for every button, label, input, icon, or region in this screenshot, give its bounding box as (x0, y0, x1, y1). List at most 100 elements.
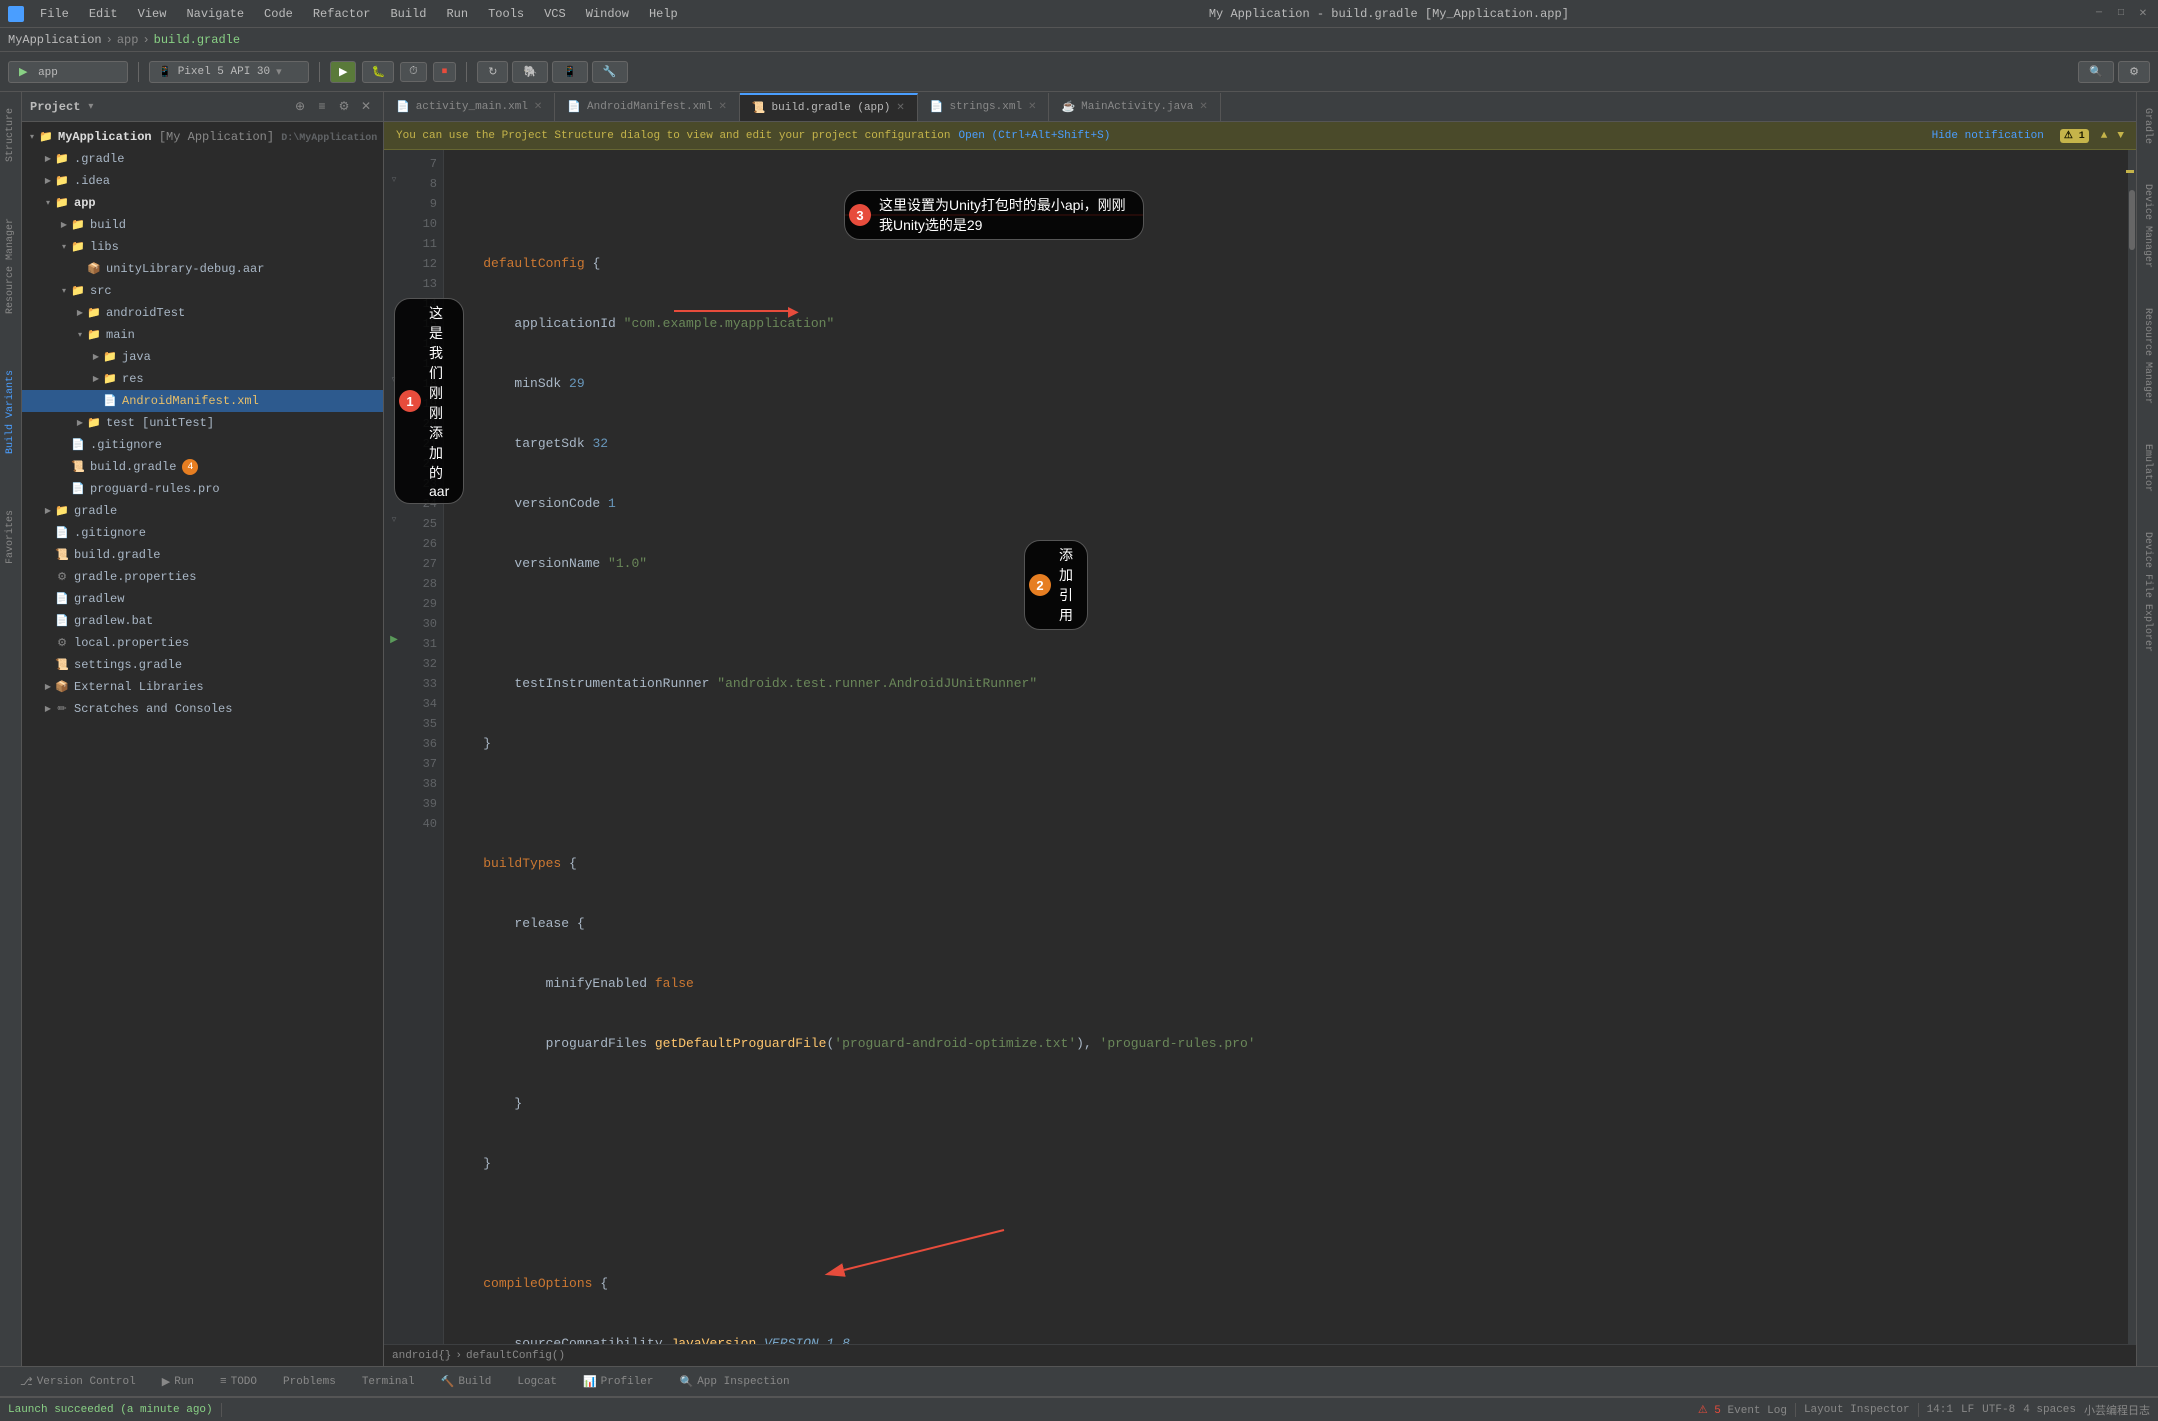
tree-idea-folder[interactable]: ▶ 📁 .idea (22, 170, 383, 192)
tab-androidmanifest[interactable]: 📄 AndroidManifest.xml ✕ (555, 93, 740, 121)
menu-navigate[interactable]: Navigate (178, 5, 252, 23)
tree-app-folder[interactable]: ▾ 📁 app (22, 192, 383, 214)
menu-run[interactable]: Run (438, 5, 476, 23)
tree-manifest-file[interactable]: ▶ 📄 AndroidManifest.xml (22, 390, 383, 412)
settings-btn[interactable]: ⚙ (335, 98, 353, 116)
tree-scratches[interactable]: ▶ ✏ Scratches and Consoles (22, 698, 383, 720)
sync-button[interactable]: ↻ (477, 61, 508, 83)
tree-aar-file[interactable]: ▶ 📦 unityLibrary-debug.aar (22, 258, 383, 280)
run-button[interactable]: ▶ (330, 61, 356, 83)
tab-close-3[interactable]: ✕ (896, 102, 904, 114)
settings-button[interactable]: ⚙ (2118, 61, 2150, 83)
menu-edit[interactable]: Edit (81, 5, 126, 23)
resource-manager-side-tab[interactable]: Resource Manager (2138, 300, 2157, 412)
avd-button[interactable]: 📱 (552, 61, 588, 83)
resource-manager-tab[interactable]: Resource Manager (1, 210, 20, 322)
tree-proguard[interactable]: ▶ 📄 proguard-rules.pro (22, 478, 383, 500)
tree-build-folder[interactable]: ▶ 📁 build (22, 214, 383, 236)
tree-gradle-root-folder[interactable]: ▶ 📁 gradle (22, 500, 383, 522)
tree-local-properties[interactable]: ▶ ⚙ local.properties (22, 632, 383, 654)
tree-gradlew-bat[interactable]: ▶ 📄 gradlew.bat (22, 610, 383, 632)
tree-java-folder[interactable]: ▶ 📁 java (22, 346, 383, 368)
build-variants-tab[interactable]: Build Variants (1, 362, 20, 462)
menu-file[interactable]: File (32, 5, 77, 23)
tree-gitignore-app[interactable]: ▶ 📄 .gitignore (22, 434, 383, 456)
tree-gitignore-root[interactable]: ▶ 📄 .gitignore (22, 522, 383, 544)
structure-tab[interactable]: Structure (1, 100, 20, 170)
panel-dropdown[interactable]: ▾ (88, 101, 93, 113)
tree-src-folder[interactable]: ▾ 📁 src (22, 280, 383, 302)
tab-build-gradle[interactable]: 📜 build.gradle (app) ✕ (740, 93, 918, 121)
menu-code[interactable]: Code (256, 5, 301, 23)
profiler-tab[interactable]: 📊 Profiler (571, 1368, 666, 1396)
hide-notification[interactable]: Hide notification (1932, 130, 2044, 142)
logcat-tab[interactable]: Logcat (505, 1368, 569, 1396)
problems-tab[interactable]: Problems (271, 1368, 348, 1396)
maximize-button[interactable]: □ (2114, 7, 2128, 21)
tree-gradlew[interactable]: ▶ 📄 gradlew (22, 588, 383, 610)
emulator-tab[interactable]: Emulator (2138, 436, 2157, 500)
gutter-run-31[interactable]: ▶ (384, 630, 404, 650)
tree-gradle-properties[interactable]: ▶ ⚙ gradle.properties (22, 566, 383, 588)
tab-close-4[interactable]: ✕ (1028, 101, 1036, 113)
event-log[interactable]: ⚠ 5 Event Log (1698, 1403, 1787, 1417)
locate-file-btn[interactable]: ⊕ (291, 98, 309, 116)
scrollbar-vertical[interactable] (2128, 150, 2136, 1344)
todo-tab[interactable]: ≡ TODO (208, 1368, 269, 1396)
sdk-button[interactable]: 🔧 (592, 61, 628, 83)
collapse-all-btn[interactable]: ≡ (313, 98, 331, 116)
menu-tools[interactable]: Tools (480, 5, 532, 23)
breadcrumb-app[interactable]: MyApplication (8, 33, 102, 47)
warning-chevron-down[interactable]: ▼ (2117, 130, 2124, 142)
tree-gradle-folder[interactable]: ▶ 📁 .gradle (22, 148, 383, 170)
device-manager-tab[interactable]: Device Manager (2138, 176, 2157, 276)
minimize-button[interactable]: ─ (2092, 7, 2106, 21)
warning-chevron[interactable]: ▲ (2101, 130, 2108, 142)
open-project-structure[interactable]: Open (Ctrl+Alt+Shift+S) (959, 130, 1111, 142)
tree-build-gradle-root[interactable]: ▶ 📜 build.gradle (22, 544, 383, 566)
menu-build[interactable]: Build (382, 5, 434, 23)
menu-help[interactable]: Help (641, 5, 686, 23)
breadcrumb-module[interactable]: app (117, 33, 139, 47)
device-selector[interactable]: 📱 Pixel 5 API 30 ▾ (149, 61, 309, 83)
tab-close-1[interactable]: ✕ (534, 101, 542, 113)
tab-strings[interactable]: 📄 strings.xml ✕ (918, 93, 1050, 121)
tab-close-2[interactable]: ✕ (718, 101, 726, 113)
menu-view[interactable]: View (130, 5, 175, 23)
tree-androidtest-folder[interactable]: ▶ 📁 androidTest (22, 302, 383, 324)
tree-test-folder[interactable]: ▶ 📁 test [unitTest] (22, 412, 383, 434)
breadcrumb-file[interactable]: build.gradle (154, 33, 240, 47)
tree-settings-gradle[interactable]: ▶ 📜 settings.gradle (22, 654, 383, 676)
run-config-button[interactable]: ▶ app (8, 61, 128, 83)
tree-res-folder[interactable]: ▶ 📁 res (22, 368, 383, 390)
code-content[interactable]: defaultConfig { applicationId "com.examp… (444, 150, 2128, 1344)
close-panel-btn[interactable]: ✕ (357, 98, 375, 116)
close-button[interactable]: ✕ (2136, 7, 2150, 21)
debug-button[interactable]: 🐛 (362, 61, 394, 83)
tree-main-folder[interactable]: ▾ 📁 main (22, 324, 383, 346)
tree-root[interactable]: ▾ 📁 MyApplication [My Application] D:\My… (22, 126, 383, 148)
tab-mainactivity[interactable]: ☕ MainActivity.java ✕ (1049, 93, 1220, 121)
breadcrumb-defaultconfig[interactable]: defaultConfig() (466, 1350, 565, 1362)
tree-build-gradle-app[interactable]: ▶ 📜 build.gradle 4 (22, 456, 383, 478)
profile-button[interactable]: ⏱ (400, 62, 427, 82)
build-tab[interactable]: 🔨 Build (429, 1368, 504, 1396)
gradle-sync-button[interactable]: 🐘 (512, 61, 548, 83)
app-inspection-tab[interactable]: 🔍 App Inspection (667, 1368, 801, 1396)
version-control-tab[interactable]: ⎇ Version Control (8, 1368, 148, 1396)
menu-window[interactable]: Window (578, 5, 637, 23)
device-file-tab[interactable]: Device File Explorer (2138, 524, 2157, 660)
tree-libs-folder[interactable]: ▾ 📁 libs (22, 236, 383, 258)
tab-activity-main[interactable]: 📄 activity_main.xml ✕ (384, 93, 555, 121)
tree-external-libraries[interactable]: ▶ 📦 External Libraries (22, 676, 383, 698)
scrollbar-thumb[interactable] (2129, 190, 2135, 250)
stop-button[interactable]: ⏹ (433, 62, 457, 82)
gutter-fold-25[interactable]: ▿ (384, 510, 404, 530)
menu-vcs[interactable]: VCS (536, 5, 574, 23)
favorites-tab[interactable]: Favorites (1, 502, 20, 572)
menu-refactor[interactable]: Refactor (305, 5, 379, 23)
run-tab[interactable]: ▶ Run (150, 1368, 206, 1396)
breadcrumb-android[interactable]: android{} (392, 1350, 451, 1362)
terminal-tab[interactable]: Terminal (350, 1368, 427, 1396)
search-everywhere-button[interactable]: 🔍 (2078, 61, 2114, 83)
